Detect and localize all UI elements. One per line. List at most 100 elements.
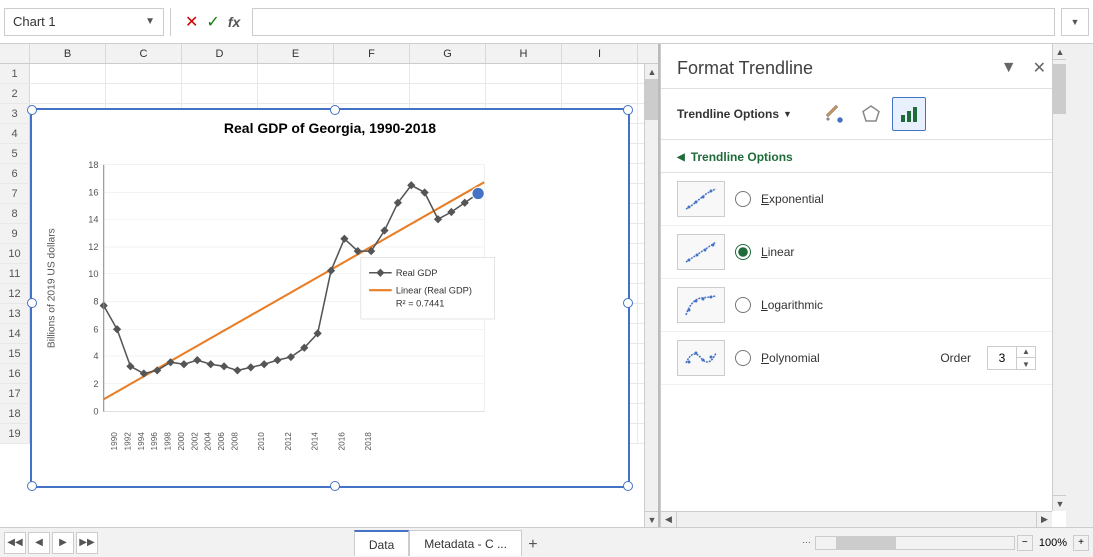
tab-nav-next-btn[interactable]: ▶ — [52, 532, 74, 554]
col-header-g[interactable]: G — [410, 44, 486, 63]
svg-text:12: 12 — [88, 242, 98, 252]
svg-text:0: 0 — [93, 407, 98, 417]
panel-scroll-thumb[interactable] — [1053, 64, 1066, 114]
formula-expand-btn[interactable]: ▼ — [1061, 8, 1089, 36]
svg-text:1994: 1994 — [137, 432, 146, 451]
trendline-options-tab-label[interactable]: Trendline Options ▼ — [677, 107, 792, 121]
h-scrollbar[interactable] — [815, 536, 1015, 550]
col-header-b[interactable]: B — [30, 44, 106, 63]
formula-input[interactable] — [252, 8, 1055, 36]
svg-text:1998: 1998 — [164, 432, 173, 451]
panel-title: Format Trendline — [677, 58, 813, 79]
exponential-label: Exponential — [761, 192, 1036, 206]
svg-text:2012: 2012 — [284, 432, 293, 451]
polynomial-order-label: Order — [940, 351, 971, 365]
order-value-input[interactable]: 3 — [988, 351, 1016, 365]
bar-chart-tab[interactable] — [892, 97, 926, 131]
grid-scroll-down[interactable]: ▼ — [645, 511, 659, 527]
formula-icons: ✕ ✓ fx — [177, 12, 248, 32]
main-area: B C D E F G H I 1 2 3 4 5 6 7 8 9 10 11 … — [0, 44, 1093, 527]
y-axis-label: Billions of 2019 US dollars — [46, 228, 57, 348]
svg-text:2000: 2000 — [177, 432, 186, 451]
svg-text:18: 18 — [88, 160, 98, 170]
polynomial-label: Polynomial — [761, 351, 930, 365]
panel-header-icons: ▼ ✕ — [997, 56, 1050, 80]
row-num-header — [0, 44, 30, 63]
grid-scroll-thumb[interactable] — [645, 80, 658, 120]
svg-text:R² = 0.7441: R² = 0.7441 — [396, 299, 445, 309]
formula-separator — [170, 8, 171, 36]
zoom-out-btn[interactable]: − — [1017, 535, 1033, 551]
col-header-i[interactable]: I — [562, 44, 638, 63]
chart-overlay[interactable]: Real GDP of Georgia, 1990-2018 Billions … — [30, 108, 630, 488]
polynomial-radio[interactable] — [735, 350, 751, 366]
panel-vscroll[interactable]: ▲ ▼ — [1052, 44, 1066, 511]
tab-nav-last-btn[interactable]: ▶▶ — [76, 532, 98, 554]
panel-content: ◀ Trendline Options Exponential — [661, 140, 1066, 527]
sheet-tabs-container: Data Metadata - C ... + — [354, 530, 544, 556]
svg-text:8: 8 — [93, 297, 98, 307]
logarithmic-radio[interactable] — [735, 297, 751, 313]
exponential-radio[interactable] — [735, 191, 751, 207]
panel-hscroll-left-btn[interactable]: ◀ — [661, 512, 677, 528]
zoom-in-btn[interactable]: + — [1073, 535, 1089, 551]
polynomial-chart-icon — [681, 343, 721, 373]
svg-text:2004: 2004 — [204, 432, 213, 451]
grid-vscroll[interactable]: ▲ ▼ — [644, 64, 658, 527]
trendline-option-exponential: Exponential — [661, 173, 1052, 226]
svg-text:2018: 2018 — [364, 432, 373, 451]
tab-nav-first-btn[interactable]: ◀◀ — [4, 532, 26, 554]
panel-scroll-down-btn[interactable]: ▼ — [1053, 495, 1066, 511]
grid-scroll-up[interactable]: ▲ — [645, 64, 659, 80]
svg-text:2014: 2014 — [311, 432, 320, 451]
column-header-row: B C D E F G H I — [0, 44, 658, 64]
horizontal-scroll-area: ⋯ − 100% + — [800, 535, 1089, 551]
bar-chart-icon — [898, 103, 920, 125]
add-sheet-btn[interactable]: + — [522, 534, 544, 556]
name-box-text: Chart 1 — [13, 14, 56, 29]
svg-text:2008: 2008 — [230, 432, 239, 451]
confirm-icon[interactable]: ✓ — [206, 12, 219, 32]
table-row: 2 — [0, 84, 658, 104]
order-arrows: ▲ ▼ — [1016, 346, 1035, 370]
cancel-icon[interactable]: ✕ — [185, 12, 198, 32]
col-header-d[interactable]: D — [182, 44, 258, 63]
chart-title: Real GDP of Georgia, 1990-2018 — [42, 120, 618, 136]
trendline-option-logarithmic: Logarithmic — [661, 279, 1052, 332]
linear-radio[interactable] — [735, 244, 751, 260]
panel-close-btn[interactable]: ✕ — [1029, 56, 1050, 80]
col-header-f[interactable]: F — [334, 44, 410, 63]
tab-options-btn[interactable]: ⋯ — [800, 535, 813, 550]
order-decrement-btn[interactable]: ▼ — [1017, 358, 1035, 370]
name-box-dropdown-icon[interactable]: ▼ — [145, 16, 155, 27]
svg-text:2016: 2016 — [337, 432, 346, 451]
fill-color-tab[interactable] — [816, 97, 850, 131]
tab-nav-prev-btn[interactable]: ◀ — [28, 532, 50, 554]
linear-label: Linear — [761, 245, 1036, 259]
svg-text:4: 4 — [93, 351, 98, 361]
svg-text:Real GDP: Real GDP — [396, 268, 438, 278]
svg-text:10: 10 — [88, 269, 98, 279]
order-increment-btn[interactable]: ▲ — [1017, 346, 1035, 358]
col-header-c[interactable]: C — [106, 44, 182, 63]
formula-bar: Chart 1 ▼ ✕ ✓ fx ▼ — [0, 0, 1093, 44]
shape-effects-tab[interactable] — [854, 97, 888, 131]
fx-icon[interactable]: fx — [228, 14, 240, 30]
polynomial-icon-box — [677, 340, 725, 376]
pentagon-icon — [860, 103, 882, 125]
panel-scroll-up-btn[interactable]: ▲ — [1053, 44, 1066, 60]
panel-dropdown-btn[interactable]: ▼ — [997, 57, 1021, 79]
panel-hscroll-track — [677, 512, 1036, 527]
col-header-h[interactable]: H — [486, 44, 562, 63]
sheet-tab-data[interactable]: Data — [354, 530, 409, 556]
sheet-tab-metadata[interactable]: Metadata - C ... — [409, 530, 522, 556]
svg-text:14: 14 — [88, 214, 98, 224]
col-header-e[interactable]: E — [258, 44, 334, 63]
name-box[interactable]: Chart 1 ▼ — [4, 8, 164, 36]
trendline-options-section-header[interactable]: ◀ Trendline Options — [661, 140, 1052, 173]
svg-text:1990: 1990 — [110, 432, 119, 451]
panel-hscroll-right-btn[interactable]: ▶ — [1036, 512, 1052, 528]
order-spinner: 3 ▲ ▼ — [987, 346, 1036, 370]
h-scrollbar-thumb[interactable] — [836, 537, 896, 549]
table-row: 1 — [0, 64, 658, 84]
